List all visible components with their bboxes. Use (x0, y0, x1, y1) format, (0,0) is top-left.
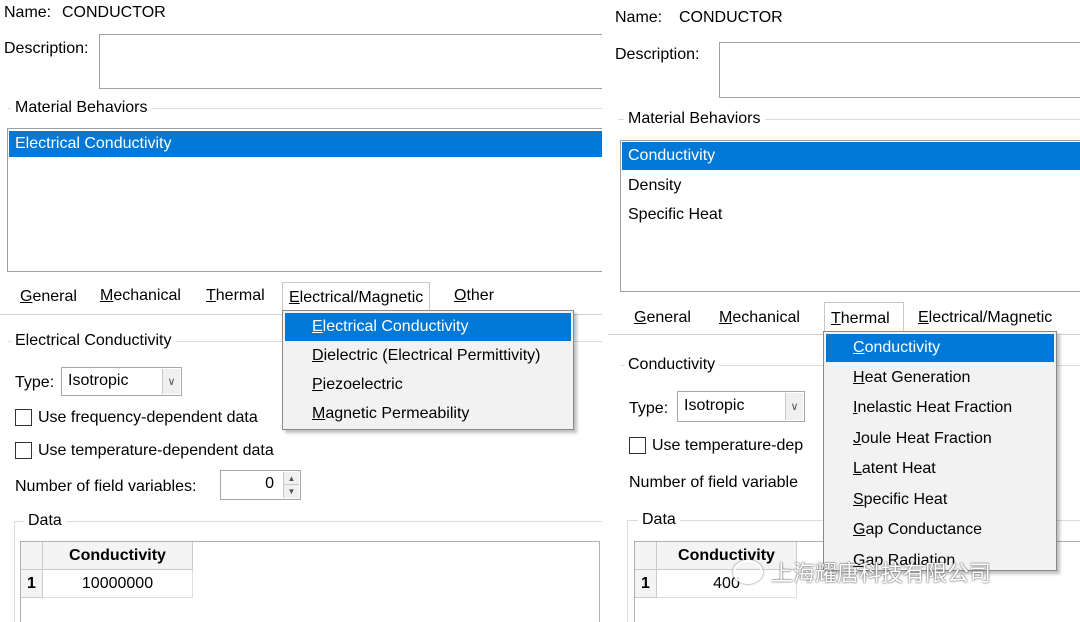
wechat-icon (733, 560, 763, 584)
menu-item-latent-heat[interactable]: Latent Heat (826, 455, 1054, 483)
menu-item-gap-conductance[interactable]: Gap Conductance (826, 516, 1054, 544)
column-header-conductivity[interactable]: Conductivity (43, 542, 193, 570)
behavior-item-specific-heat[interactable]: Specific Heat (628, 206, 722, 224)
description-label: Description: (615, 46, 700, 63)
menu-item-specific-heat[interactable]: Specific Heat (826, 486, 1054, 514)
tab-electrical-magnetic[interactable]: Electrical/Magnetic (918, 309, 1052, 327)
behaviors-list[interactable]: Electrical Conductivity (7, 128, 602, 272)
field-variables-value: 0 (265, 475, 274, 492)
frequency-dependent-label: Use frequency-dependent data (38, 409, 258, 426)
behaviors-list[interactable]: Conductivity Density Specific Heat (620, 140, 1080, 292)
temperature-dependent-checkbox[interactable] (15, 442, 32, 459)
frequency-dependent-checkbox[interactable] (15, 409, 32, 426)
type-label: Type: (629, 400, 669, 417)
chevron-down-icon[interactable]: ∨ (785, 393, 803, 420)
description-label: Description: (4, 40, 89, 57)
row-header: 1 (635, 570, 657, 598)
tab-general[interactable]: General (634, 309, 691, 327)
behavior-item-conductivity[interactable]: Conductivity (622, 142, 1080, 170)
menu-item-inelastic-heat-fraction[interactable]: Inelastic Heat Fraction (826, 394, 1054, 422)
tab-electrical-magnetic[interactable]: Electrical/Magnetic (282, 282, 431, 312)
spin-up-icon[interactable]: ▲ (284, 472, 299, 485)
data-legend: Data (24, 512, 66, 530)
name-value: CONDUCTOR (62, 4, 166, 21)
tab-thermal[interactable]: Thermal (206, 287, 265, 305)
menu-item-conductivity[interactable]: Conductivity (826, 334, 1054, 362)
behaviors-legend: Material Behaviors (11, 99, 152, 117)
data-legend: Data (638, 511, 680, 529)
type-select[interactable]: Isotropic ∨ (61, 367, 182, 396)
tab-general[interactable]: General (20, 288, 77, 306)
behavior-item-electrical-conductivity[interactable]: Electrical Conductivity (9, 131, 602, 157)
table-corner (21, 542, 43, 570)
table-corner (635, 542, 657, 570)
table-cell-conductivity[interactable]: 10000000 (43, 570, 193, 598)
section-legend: Conductivity (624, 356, 720, 374)
tab-mechanical[interactable]: Mechanical (100, 287, 181, 305)
tab-mechanical[interactable]: Mechanical (719, 309, 800, 327)
row-header: 1 (21, 570, 43, 598)
menu-item-joule-heat-fraction[interactable]: Joule Heat Fraction (826, 425, 1054, 453)
menu-item-piezoelectric[interactable]: Piezoelectric (285, 371, 571, 399)
menu-item-dielectric[interactable]: Dielectric (Electrical Permittivity) (285, 342, 571, 370)
name-label: Name: (615, 9, 663, 26)
menu-item-heat-generation[interactable]: Heat Generation (826, 364, 1054, 392)
description-field[interactable] (99, 34, 602, 89)
spin-down-icon[interactable]: ▼ (284, 485, 299, 498)
menu-item-electrical-conductivity[interactable]: Electrical Conductivity (285, 313, 571, 341)
type-label: Type: (15, 374, 55, 391)
menu-item-magnetic-permeability[interactable]: Magnetic Permeability (285, 400, 571, 428)
name-label: Name: (4, 4, 52, 21)
field-variables-label: Number of field variable (629, 474, 798, 491)
type-select-value: Isotropic (68, 372, 129, 389)
data-table: Conductivity 1 10000000 (20, 541, 600, 622)
type-select[interactable]: Isotropic ∨ (677, 391, 805, 422)
tab-thermal[interactable]: Thermal (824, 302, 904, 334)
temperature-dependent-label: Use temperature-dep (652, 437, 804, 454)
spinner-arrows[interactable]: ▲ ▼ (283, 472, 299, 498)
temperature-dependent-checkbox[interactable] (629, 437, 646, 454)
behavior-category-tabs: General Mechanical Thermal Electrical/Ma… (608, 302, 1080, 334)
type-select-value: Isotropic (684, 397, 745, 414)
description-field[interactable] (719, 42, 1080, 98)
behavior-category-tabs: General Mechanical Thermal Electrical/Ma… (0, 282, 602, 312)
thermal-menu: Conductivity Heat Generation Inelastic H… (823, 331, 1057, 571)
left-edit-material-panel: Name: CONDUCTOR Description: Material Be… (0, 0, 602, 622)
watermark: 上海耀唐科技有限公司 (733, 556, 991, 588)
section-legend: Electrical Conductivity (11, 332, 176, 350)
field-variables-spinner[interactable]: 0 ▲ ▼ (220, 470, 301, 500)
electrical-magnetic-menu: Electrical Conductivity Dielectric (Elec… (282, 310, 574, 430)
tab-other[interactable]: Other (454, 287, 494, 305)
field-variables-label: Number of field variables: (15, 478, 197, 495)
chevron-down-icon[interactable]: ∨ (162, 369, 180, 394)
name-value: CONDUCTOR (679, 9, 783, 26)
watermark-text: 上海耀唐科技有限公司 (771, 561, 992, 586)
behaviors-legend: Material Behaviors (624, 110, 765, 128)
temperature-dependent-label: Use temperature-dependent data (38, 442, 274, 459)
right-edit-material-panel: Name: CONDUCTOR Description: Material Be… (608, 0, 1080, 622)
behavior-item-density[interactable]: Density (628, 177, 681, 195)
